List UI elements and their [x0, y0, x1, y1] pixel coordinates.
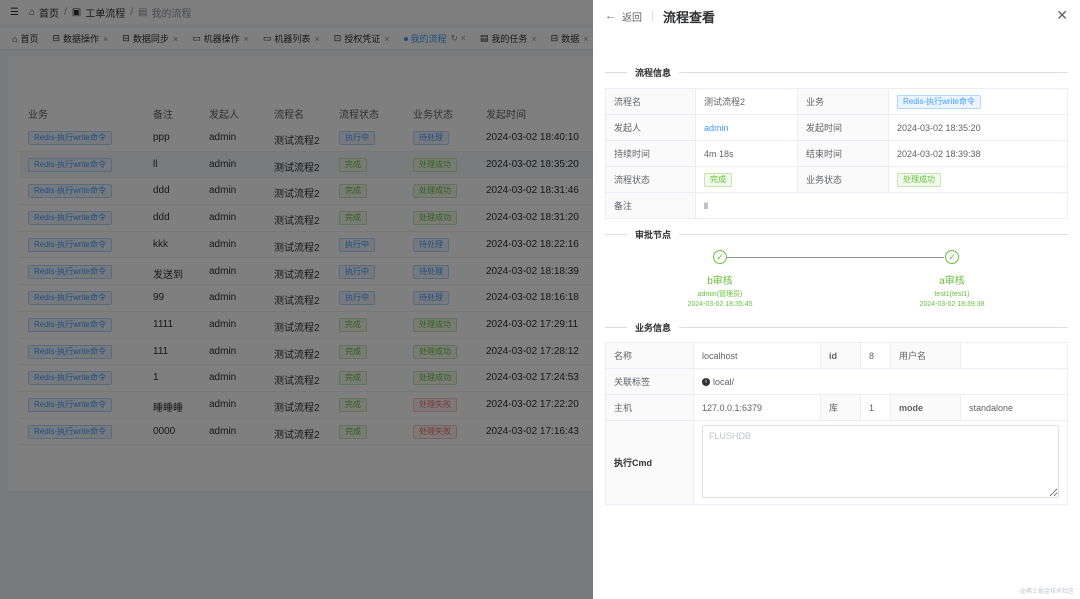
biz-name: localhost [693, 342, 821, 369]
flow-info-table: 流程名 测试流程2 业务 Redis-执行write命令 发起人 admin 发… [605, 88, 1068, 219]
biz-tag: Redis-执行write命令 [897, 94, 982, 109]
end-time: 2024-03-02 18:39:38 [888, 140, 1068, 167]
step-b: ✓ b审核 admin(管理员) 2024-03-02 18:35:45 [687, 250, 753, 308]
flow-status-badge: 完成 [704, 172, 732, 187]
approval-steps: ✓ b审核 admin(管理员) 2024-03-02 18:35:45 ✓ a… [605, 246, 1068, 316]
flow-drawer: ← 返回 流程查看 ✕ 流程信息 流程名 测试流程2 业务 Redis-执行wr… [593, 0, 1080, 599]
biz-info-table: 名称 localhost id 8 用户名 关联标签 i local/ 主机 12… [605, 342, 1068, 505]
biz-mode: standalone [960, 394, 1068, 421]
drawer-title: 流程查看 [663, 9, 716, 25]
info-icon: i [702, 378, 710, 387]
cmd-textarea[interactable] [702, 425, 1059, 498]
close-icon[interactable]: ✕ [1056, 7, 1068, 24]
biz-id: 8 [860, 342, 891, 369]
remark: ll [695, 192, 1068, 219]
flow-name: 测试流程2 [695, 88, 798, 115]
section-flow-divider: 流程信息 [605, 66, 1068, 79]
check-icon: ✓ [945, 250, 959, 264]
creator-link[interactable]: admin [704, 123, 729, 133]
arrow-left-icon: ← [605, 10, 616, 22]
check-icon: ✓ [713, 250, 727, 264]
duration: 4m 18s [695, 140, 798, 167]
biz-user [960, 342, 1068, 369]
biz-db: 1 [860, 394, 891, 421]
drawer-header: ← 返回 流程查看 ✕ [593, 0, 1080, 32]
step-a: ✓ a审核 test1(test1) 2024-03-02 18:39:38 [919, 250, 985, 308]
start-time: 2024-03-02 18:35:20 [888, 114, 1068, 141]
watermark: @稀土掘金技术社区 [1019, 589, 1074, 595]
section-approve-divider: 审批节点 [605, 228, 1068, 241]
section-biz-divider: 业务信息 [605, 321, 1068, 334]
back-button[interactable]: ← 返回 [605, 9, 642, 24]
biz-status-badge: 处理成功 [897, 172, 941, 187]
biz-host: 127.0.0.1:6379 [693, 394, 821, 421]
biz-tag-value: local/ [713, 376, 735, 387]
